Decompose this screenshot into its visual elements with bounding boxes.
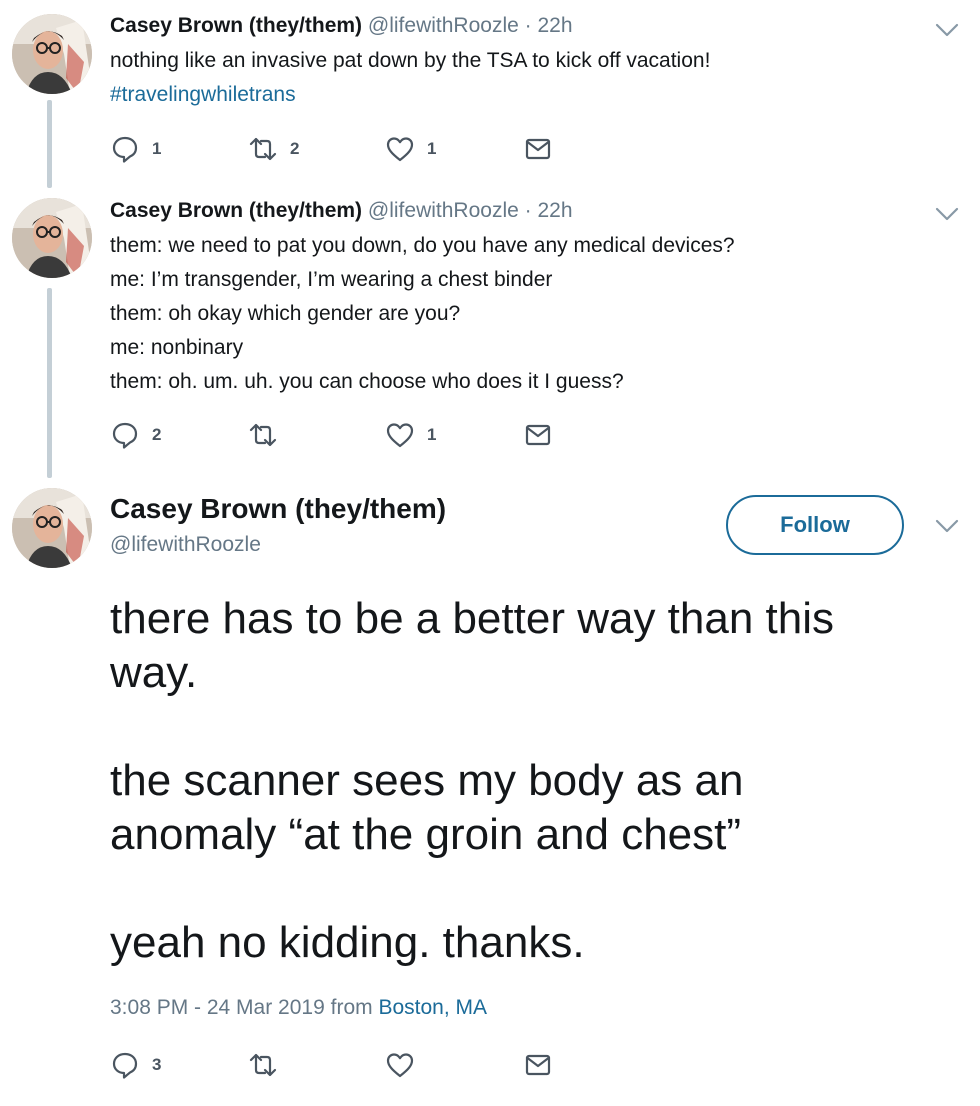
direct-message-icon — [525, 1054, 551, 1076]
user-handle[interactable]: @lifewithRoozle — [368, 199, 519, 222]
avatar[interactable] — [12, 14, 92, 94]
heart-icon — [386, 1053, 414, 1078]
chevron-down-icon[interactable] — [934, 22, 960, 38]
retweet-icon — [249, 1053, 277, 1077]
chevron-down-icon[interactable] — [934, 206, 960, 222]
action-bar: 3 — [110, 1050, 570, 1080]
like-button[interactable]: 1 — [385, 134, 436, 164]
reply-count: 2 — [152, 425, 162, 444]
tweet-text-line: the scanner sees my body as an — [110, 756, 744, 805]
reply-button[interactable]: 2 — [110, 420, 161, 450]
action-bar: 1 2 1 — [110, 134, 570, 164]
reply-icon — [112, 422, 138, 449]
display-name[interactable]: Casey Brown (they/them) — [110, 14, 362, 37]
tweet-header: Casey Brown (they/them) @lifewithRoozle … — [110, 197, 573, 225]
tweet-text-line: them: oh okay which gender are you? — [110, 302, 461, 325]
reply-button[interactable]: 1 — [110, 134, 161, 164]
retweet-icon — [249, 423, 277, 447]
direct-message-icon — [525, 138, 551, 160]
user-handle[interactable]: @lifewithRoozle — [110, 531, 261, 559]
heart-icon — [386, 137, 414, 162]
direct-message-button[interactable] — [523, 1050, 553, 1080]
user-handle[interactable]: @lifewithRoozle — [368, 14, 519, 37]
retweet-count: 2 — [290, 139, 300, 158]
tweet-text-line: me: nonbinary — [110, 336, 244, 359]
tweet-text-line: there has to be a better way than this — [110, 594, 835, 643]
reply-icon — [112, 136, 138, 163]
tweet-text: nothing like an invasive pat down by the… — [110, 44, 710, 112]
timestamp[interactable]: 22h — [537, 199, 572, 222]
reply-button[interactable]: 3 — [110, 1050, 161, 1080]
tweet-meta: 3:08 PM - 24 Mar 2019 from Boston, MA — [110, 994, 487, 1022]
chevron-down-icon[interactable] — [934, 518, 960, 534]
thread-connector — [47, 100, 52, 188]
like-count: 1 — [427, 139, 437, 158]
avatar[interactable] — [12, 488, 92, 568]
reply-icon — [112, 1052, 138, 1079]
tweet-text: them: we need to pat you down, do you ha… — [110, 229, 735, 399]
follow-button[interactable]: Follow — [726, 495, 904, 555]
like-count: 1 — [427, 425, 437, 444]
hashtag-link[interactable]: #travelingwhiletrans — [110, 78, 710, 112]
direct-message-button[interactable] — [523, 134, 553, 164]
direct-message-button[interactable] — [523, 420, 553, 450]
tweet-paragraph: the scanner sees my body as an anomaly “… — [110, 754, 743, 862]
tweet-timestamp[interactable]: 3:08 PM - 24 Mar 2019 from — [110, 996, 373, 1019]
direct-message-icon — [525, 424, 551, 446]
separator-dot: · — [524, 199, 532, 222]
tweet-text-line: nothing like an invasive pat down by the… — [110, 49, 711, 72]
action-bar: 2 1 — [110, 420, 570, 450]
like-button[interactable] — [385, 1050, 427, 1080]
tweet-text-line: them: we need to pat you down, do you ha… — [110, 234, 735, 257]
timestamp[interactable]: 22h — [537, 14, 572, 37]
separator-dot: · — [524, 14, 532, 37]
heart-icon — [386, 423, 414, 448]
retweet-button[interactable]: 2 — [248, 134, 299, 164]
tweet-text-line: them: oh. um. uh. you can choose who doe… — [110, 370, 624, 393]
thread-connector — [47, 288, 52, 478]
retweet-icon — [249, 137, 277, 161]
tweet-text-line: me: I’m transgender, I’m wearing a chest… — [110, 268, 553, 291]
display-name[interactable]: Casey Brown (they/them) — [110, 491, 446, 527]
location-link[interactable]: Boston, MA — [378, 996, 487, 1019]
like-button[interactable]: 1 — [385, 420, 436, 450]
reply-count: 3 — [152, 1055, 162, 1074]
display-name[interactable]: Casey Brown (they/them) — [110, 199, 362, 222]
tweet-header: Casey Brown (they/them) @lifewithRoozle … — [110, 12, 573, 40]
avatar[interactable] — [12, 198, 92, 278]
tweet-text-line: yeah no kidding. thanks. — [110, 918, 585, 967]
retweet-button[interactable] — [248, 420, 290, 450]
retweet-button[interactable] — [248, 1050, 290, 1080]
tweet-paragraph: there has to be a better way than this w… — [110, 592, 834, 700]
tweet-paragraph: yeah no kidding. thanks. — [110, 916, 585, 970]
tweet-text-line: anomaly “at the groin and chest” — [110, 810, 742, 859]
reply-count: 1 — [152, 139, 162, 158]
tweet-text-line: way. — [110, 648, 198, 697]
